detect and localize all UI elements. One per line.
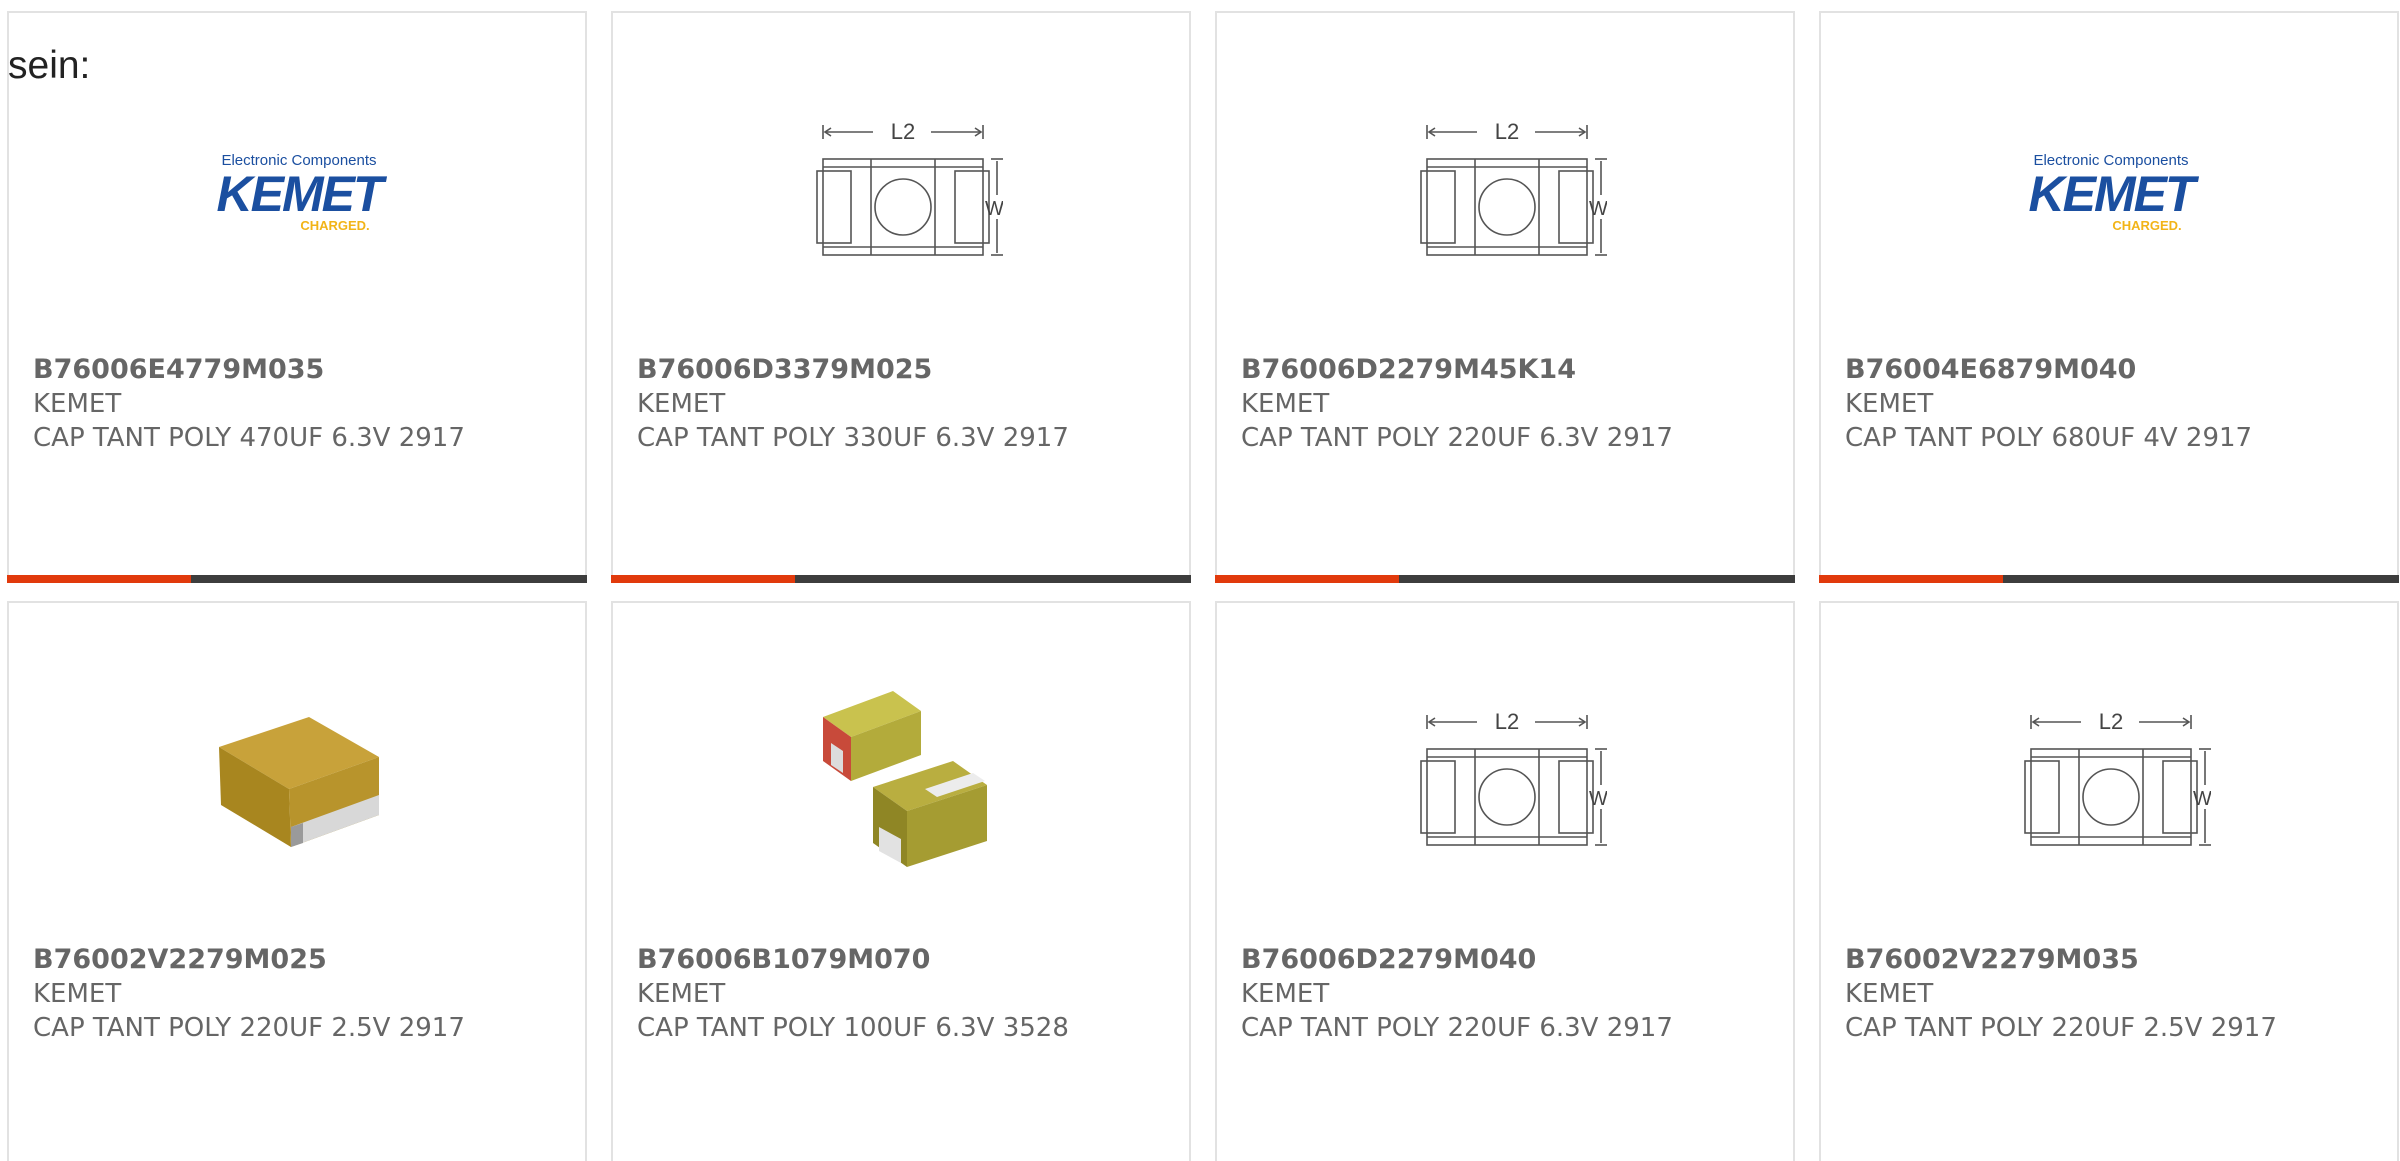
svg-text:CHARGED.: CHARGED. xyxy=(300,218,369,233)
manufacturer: KEMET xyxy=(33,389,122,419)
kemet-logo-image: Electronic Components KEMET CHARGED. xyxy=(199,87,399,287)
manufacturer: KEMET xyxy=(1845,389,1934,419)
intro-text: sein: xyxy=(8,44,91,87)
product-card[interactable]: Electronic Components KEMET CHARGED. B76… xyxy=(1819,11,2399,583)
manufacturer: KEMET xyxy=(1241,389,1330,419)
kemet-logo: Electronic Components KEMET CHARGED. xyxy=(217,152,390,233)
product-info: B76006E4779M035 KEMET CAP TANT POLY 470U… xyxy=(33,353,569,455)
card-bar-accent xyxy=(611,575,795,583)
product-info: B76006D2279M45K14 KEMET CAP TANT POLY 22… xyxy=(1241,353,1777,455)
card-progress-bar xyxy=(1819,575,2399,583)
manufacturer: KEMET xyxy=(1241,979,1330,1009)
part-number-link[interactable]: B76006D3379M025 xyxy=(637,353,1173,387)
part-number-link[interactable]: B76004E6879M040 xyxy=(1845,353,2381,387)
dimension-drawing: L2 W xyxy=(816,119,1003,256)
product-card[interactable]: L2 W B76006D2279M45K14 KEMET CAP TANT PO… xyxy=(1215,11,1795,583)
product-card[interactable]: L2 W B76006D3379M025 KEMET CAP TANT POLY… xyxy=(611,11,1191,583)
card-bar-accent xyxy=(1215,575,1399,583)
svg-text:W: W xyxy=(985,198,1003,220)
card-bar-accent xyxy=(1819,575,2003,583)
page: sein: Electronic Components KEMET CHARGE… xyxy=(0,0,2400,1161)
capacitor-photo-image xyxy=(199,677,399,877)
svg-text:CHARGED.: CHARGED. xyxy=(2112,218,2181,233)
capacitor-pair-photo-image xyxy=(803,677,1003,877)
kemet-logo-image: Electronic Components KEMET CHARGED. xyxy=(2011,87,2211,287)
description: CAP TANT POLY 220UF 2.5V 2917 xyxy=(33,1013,465,1043)
dimension-drawing: L2 W xyxy=(1420,709,1607,846)
product-info: B76002V2279M035 KEMET CAP TANT POLY 220U… xyxy=(1845,943,2381,1045)
description: CAP TANT POLY 220UF 6.3V 2917 xyxy=(1241,1013,1673,1043)
product-info: B76006D3379M025 KEMET CAP TANT POLY 330U… xyxy=(637,353,1173,455)
description: CAP TANT POLY 220UF 6.3V 2917 xyxy=(1241,423,1673,453)
svg-text:W: W xyxy=(2193,788,2211,810)
part-number-link[interactable]: B76006B1079M070 xyxy=(637,943,1173,977)
card-progress-bar xyxy=(611,575,1191,583)
svg-text:W: W xyxy=(1589,788,1607,810)
product-card[interactable]: B76002V2279M025 KEMET CAP TANT POLY 220U… xyxy=(7,601,587,1161)
product-card[interactable]: L2 W B76006D2279M040 KEMET CAP TANT POLY… xyxy=(1215,601,1795,1161)
product-info: B76004E6879M040 KEMET CAP TANT POLY 680U… xyxy=(1845,353,2381,455)
svg-text:L2: L2 xyxy=(2099,709,2123,734)
product-card[interactable]: Electronic Components KEMET CHARGED. B76… xyxy=(7,11,587,583)
part-number-link[interactable]: B76006D2279M040 xyxy=(1241,943,1777,977)
dimension-drawing: L2 W xyxy=(2024,709,2211,846)
product-card[interactable]: L2 W B76002V2279M035 KEMET CAP TANT POLY… xyxy=(1819,601,2399,1161)
product-grid: Electronic Components KEMET CHARGED. B76… xyxy=(7,11,2399,1161)
dimension-drawing-image: L2 W xyxy=(803,87,1003,287)
kemet-logo: Electronic Components KEMET CHARGED. xyxy=(2029,152,2202,233)
product-card[interactable]: B76006B1079M070 KEMET CAP TANT POLY 100U… xyxy=(611,601,1191,1161)
svg-text:L2: L2 xyxy=(1495,119,1519,144)
card-progress-bar xyxy=(7,575,587,583)
description: CAP TANT POLY 680UF 4V 2917 xyxy=(1845,423,2253,453)
dimension-drawing-image: L2 W xyxy=(1407,87,1607,287)
card-bar-accent xyxy=(7,575,191,583)
product-info: B76006D2279M040 KEMET CAP TANT POLY 220U… xyxy=(1241,943,1777,1045)
dimension-drawing: L2 W xyxy=(1420,119,1607,256)
svg-text:W: W xyxy=(1589,198,1607,220)
capacitor-pair-photo xyxy=(823,691,987,867)
manufacturer: KEMET xyxy=(637,979,726,1009)
svg-text:KEMET: KEMET xyxy=(217,166,388,222)
part-number-link[interactable]: B76006E4779M035 xyxy=(33,353,569,387)
dimension-drawing-image: L2 W xyxy=(2011,677,2211,877)
svg-text:KEMET: KEMET xyxy=(2029,166,2200,222)
description: CAP TANT POLY 330UF 6.3V 2917 xyxy=(637,423,1069,453)
part-number-link[interactable]: B76002V2279M035 xyxy=(1845,943,2381,977)
manufacturer: KEMET xyxy=(1845,979,1934,1009)
svg-text:L2: L2 xyxy=(1495,709,1519,734)
part-number-link[interactable]: B76006D2279M45K14 xyxy=(1241,353,1777,387)
dimension-drawing-image: L2 W xyxy=(1407,677,1607,877)
description: CAP TANT POLY 220UF 2.5V 2917 xyxy=(1845,1013,2277,1043)
manufacturer: KEMET xyxy=(33,979,122,1009)
description: CAP TANT POLY 100UF 6.3V 3528 xyxy=(637,1013,1069,1043)
card-progress-bar xyxy=(1215,575,1795,583)
part-number-link[interactable]: B76002V2279M025 xyxy=(33,943,569,977)
svg-text:L2: L2 xyxy=(891,119,915,144)
capacitor-photo xyxy=(219,717,379,847)
product-info: B76006B1079M070 KEMET CAP TANT POLY 100U… xyxy=(637,943,1173,1045)
description: CAP TANT POLY 470UF 6.3V 2917 xyxy=(33,423,465,453)
manufacturer: KEMET xyxy=(637,389,726,419)
product-info: B76002V2279M025 KEMET CAP TANT POLY 220U… xyxy=(33,943,569,1045)
